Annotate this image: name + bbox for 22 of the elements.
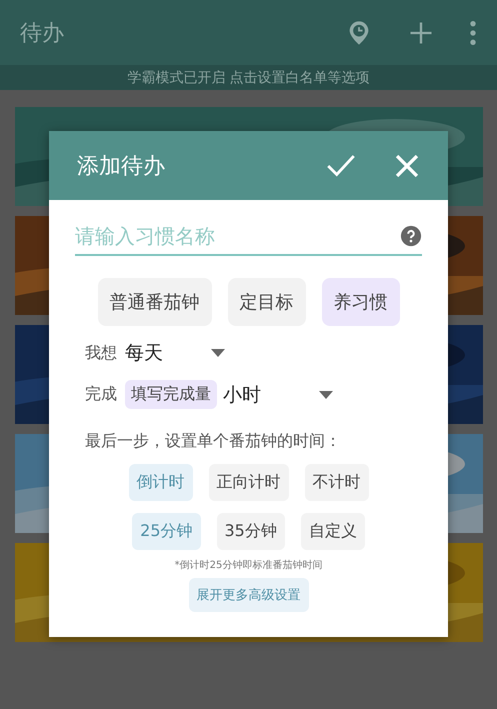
completion-tag[interactable]: 填写完成量 [125,380,217,409]
unit-dropdown[interactable]: 小时 [223,382,333,408]
frequency-label: 我想 [85,342,117,364]
more-icon[interactable] [469,18,477,46]
step-text: 最后一步，设置单个番茄钟的时间： [84,431,342,452]
frequency-dropdown[interactable]: 每天 [125,340,225,366]
duration-option[interactable]: 35分钟 [216,513,285,550]
type-option[interactable]: 定目标 [228,278,306,326]
dialog-title: 添加待办 [77,152,166,180]
duration-option[interactable]: 自定义 [300,513,365,550]
timer-mode-option[interactable]: 不计时 [304,464,368,501]
caret-icon [211,349,225,357]
type-option[interactable]: 养习惯 [322,278,400,326]
timer-mode-option[interactable]: 正向计时 [208,464,288,501]
app-title: 待办 [20,20,65,48]
habit-name-field[interactable]: 请输入习惯名称 [75,224,400,248]
help-icon[interactable] [400,225,422,247]
completion-label: 完成 [85,384,117,405]
note-text: *倒计时25分钟即标准番茄钟时间 [174,558,324,572]
type-option[interactable]: 普通番茄钟 [98,278,212,326]
caret-icon [319,390,333,398]
mode-banner[interactable]: 学霸模式已开启 点击设置白名单等选项 [0,65,497,90]
